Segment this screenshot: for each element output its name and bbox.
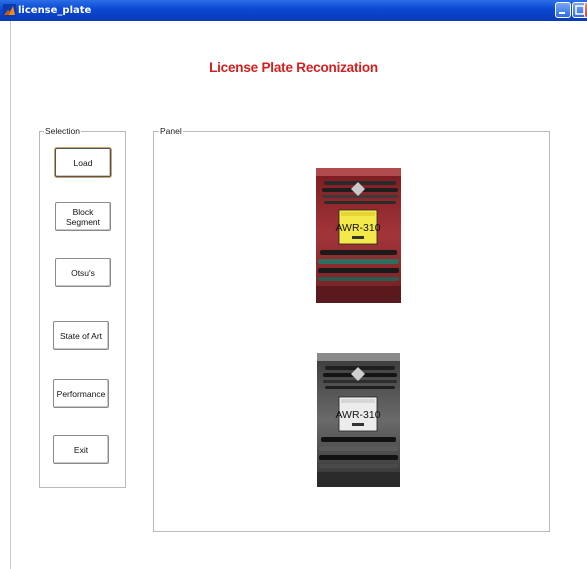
state-of-art-button[interactable]: State of Art [53, 321, 109, 350]
block-segment-button[interactable]: Block Segment [55, 202, 111, 231]
page-title: License Plate Reconization [209, 60, 378, 75]
performance-button[interactable]: Performance [53, 379, 109, 408]
bumper-shadow [317, 472, 400, 487]
hood-highlight [317, 353, 400, 361]
hood-highlight [316, 168, 401, 176]
window-title: license_plate [18, 5, 92, 16]
otsus-button[interactable]: Otsu's [55, 258, 111, 287]
license-plate: AWR-310 [335, 396, 381, 432]
grayscale-car-image: AWR-310 [317, 353, 400, 487]
minimize-button[interactable] [555, 2, 571, 18]
matlab-logo-icon [3, 4, 16, 17]
load-button[interactable]: Load [55, 148, 111, 177]
selection-panel-legend: Selection [44, 125, 81, 137]
plate-number: AWR-310 [335, 409, 380, 421]
bumper-shadow [316, 286, 401, 303]
title-bar: license_plate [0, 0, 587, 21]
license-plate: AWR-310 [335, 209, 381, 245]
plate-number: AWR-310 [335, 222, 380, 234]
display-panel-legend: Panel [159, 125, 183, 137]
exit-button[interactable]: Exit [53, 435, 109, 464]
minimize-icon [559, 12, 565, 14]
original-car-image: AWR-310 [316, 168, 401, 303]
